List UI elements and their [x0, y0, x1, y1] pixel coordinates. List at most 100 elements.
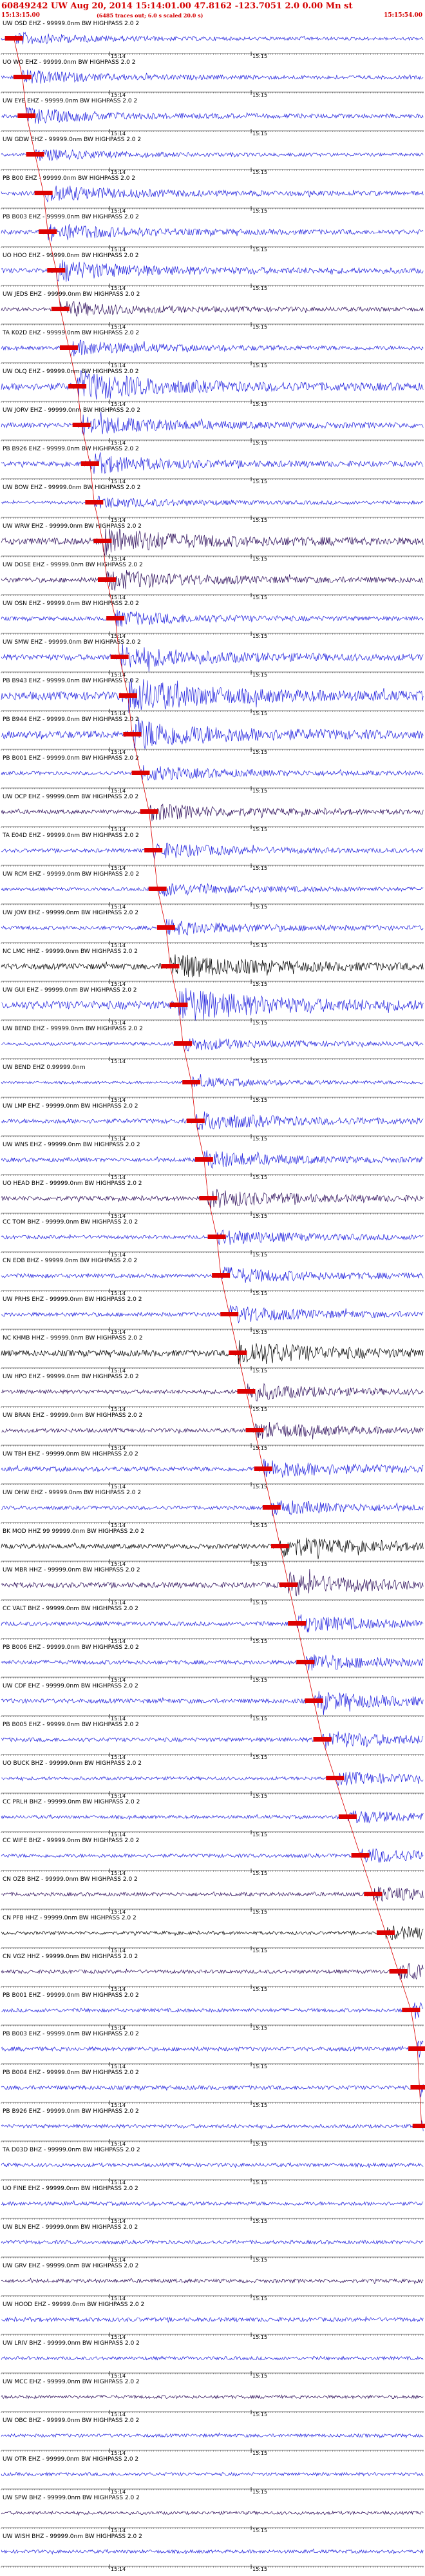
- minute-tick-label: 15:14: [111, 92, 126, 98]
- trace-row: 15:14 15:15 UW BOW EHZ - 99999.0nm BW HIGH…: [1, 485, 424, 523]
- waveform: [1, 1459, 424, 1478]
- minute-tick-label: 15:14: [111, 1561, 126, 1567]
- waveform: [1, 1340, 424, 1365]
- minute-tick-label: 15:15: [252, 2141, 267, 2147]
- minute-tick-label: 15:15: [252, 479, 267, 485]
- minute-tick-label: 15:14: [111, 1523, 126, 1528]
- trace-label: UW BOW EHZ - 99999.0nm BW HIGHPASS 2.0 2: [3, 485, 140, 491]
- trace-label: UW OSN EHZ - 99999.0nm BW HIGHPASS 2.0 2: [3, 601, 139, 607]
- minute-tick-label: 15:14: [111, 401, 126, 407]
- trace-row: 15:14 15:15 TA E04D EHZ - 99999.0nm BW HIG…: [1, 832, 424, 871]
- waveform: [1, 1037, 424, 1052]
- trace-label: UW OSD EHZ - 99999.0nm BW HIGHPASS 2.0 2: [3, 21, 139, 27]
- trace-row: 15:14 15:15 UW EYE EHZ - 99999.0nm BW HIGH…: [1, 98, 424, 137]
- minute-tick-label: 15:15: [252, 1870, 267, 1876]
- waveform: [1, 2162, 424, 2168]
- trace-row: 15:14 15:15 PB B943 EHZ - 99999.0nm BW HIG…: [1, 678, 424, 716]
- minute-tick-label: 15:15: [252, 2373, 267, 2379]
- trace-label: CC TOM BHZ - 99999.0nm BW HIGHPASS 2.0 2: [3, 1219, 138, 1226]
- trace-row: 15:14 15:15 UW OHW EHZ - 99999.0nm BW HIGH…: [1, 1490, 424, 1528]
- trace-label: UW JOW EHZ - 99999.0nm BW HIGHPASS 2.0 2: [3, 910, 138, 916]
- minute-tick-label: 15:14: [111, 2141, 126, 2147]
- minute-tick-label: 15:15: [252, 827, 267, 832]
- minute-tick-label: 15:15: [252, 2064, 267, 2070]
- trace-row: 15:14 15:15 UW OLQ EHZ - 99999.0nm BW HIGH…: [1, 369, 424, 407]
- trace-row: 15:14 15:15 UW OCP EHZ - 99999.0nm BW HIGH…: [1, 794, 424, 832]
- trace-row: 15:14 15:15 UW WRW EHZ - 99999.0nm BW HIGH…: [1, 523, 424, 562]
- trace-row: 15:14 15:15 UW LRIV BHZ - 99999.0nm BW HIG…: [1, 2340, 424, 2379]
- trace-label: UW SMW EHZ - 99999.0nm BW HIGHPASS 2.0 2: [3, 639, 141, 646]
- trace-label: UW GUI EHZ - 99999.0nm BW HIGHPASS 2.0 2: [3, 987, 137, 994]
- trace-row: 15:14 15:15 UW PRHS EHZ - 99999.0nm BW HIG…: [1, 1296, 424, 1335]
- waveform: [1, 106, 424, 124]
- trace-label: UW BEND EHZ 0.99999.0nm: [3, 1064, 86, 1071]
- minute-tick-label: 15:14: [111, 1948, 126, 1954]
- trace-row: 15:14 15:15 UW MBR HHZ - 99999.0nm BW HIGH…: [1, 1567, 424, 1606]
- trace-row: 15:14 15:15 UW BRAN EHZ - 99999.0nm BW HIG…: [1, 1412, 424, 1451]
- trace-row: 15:14 15:15 UW LMP EHZ - 99999.0nm BW HIGH…: [1, 1103, 424, 1142]
- trace-row: 15:14 15:15 CC PRLH BHZ - 99999.0nm BW HIG…: [1, 1799, 424, 1838]
- minute-tick-label: 15:15: [252, 2180, 267, 2186]
- second-ticks: [1, 827, 424, 828]
- waveform: [1, 1886, 424, 1902]
- trace-row: 15:14 15:15 UW JEDS EHZ - 99999.0nm BW HIG…: [1, 291, 424, 330]
- waveform: [1, 1305, 424, 1323]
- trace-row: 15:14 15:15 UW JORV EHZ - 99999.0nm BW HIG…: [1, 407, 424, 446]
- waveform: [1, 1383, 424, 1402]
- trace-row: 15:14 15:15 UW DOSE EHZ - 99999.0nm BW HIG…: [1, 562, 424, 601]
- second-ticks: [1, 981, 424, 983]
- trace-row: 15:14 15:15 TA D03D BHZ - 99999.0nm BW HIG…: [1, 2147, 424, 2186]
- minute-tick-label: 15:15: [252, 247, 267, 253]
- minute-tick-label: 15:15: [252, 595, 267, 601]
- minute-tick-label: 15:15: [252, 672, 267, 678]
- trace-row: 15:14 15:15 BK MOD HHZ 99 99999.0nm BW HIG…: [1, 1528, 424, 1567]
- waveform: [1, 2200, 424, 2207]
- minute-tick-label: 15:14: [111, 2373, 126, 2379]
- minute-tick-label: 15:15: [252, 1600, 267, 1606]
- waveform: [1, 2239, 424, 2245]
- minute-tick-label: 15:15: [252, 1291, 267, 1296]
- minute-tick-label: 15:14: [111, 904, 126, 910]
- second-ticks: [1, 1213, 424, 1215]
- second-ticks: [1, 749, 424, 751]
- trace-label: UW BEND EHZ - 99999.0nm BW HIGHPASS 2.0 …: [3, 1026, 143, 1032]
- waveform: [1, 1074, 424, 1088]
- trace-row: 15:14 15:15 UW JOW EHZ - 99999.0nm BW HIGH…: [1, 910, 424, 948]
- trace-row: 15:14 15:15 UW OBC BHZ - 99999.0nm BW HIGH…: [1, 2417, 424, 2456]
- trace-row: 15:14 15:15 PB B003 EHZ - 99999.0nm BW HIG…: [1, 2031, 425, 2070]
- minute-tick-label: 15:15: [252, 904, 267, 910]
- trace-label: PB B006 EHZ - 99999.0nm BW HIGHPASS 2.0 …: [3, 1644, 139, 1651]
- waveform: [1, 2356, 424, 2361]
- waveform: [1, 2316, 424, 2323]
- minute-tick-label: 15:14: [111, 865, 126, 871]
- trace-label: UW WNS EHZ - 99999.0nm BW HIGHPASS 2.0 2: [3, 1142, 140, 1148]
- trace-label: UW CDF EHZ - 99999.0nm BW HIGHPASS 2.0 2: [3, 1683, 138, 1689]
- trace-label: UO WO EHZ - 99999.0nm BW HIGHPASS 2.0 2: [3, 59, 136, 66]
- second-ticks: [1, 1291, 424, 1292]
- trace-label: UW JORV EHZ - 99999.0nm BW HIGHPASS 2.0 …: [3, 407, 140, 414]
- waveform: [1, 1691, 424, 1715]
- minute-tick-label: 15:15: [252, 2528, 267, 2533]
- waveform: [1, 186, 424, 202]
- waveform: [1, 2548, 424, 2555]
- waveform: [1, 2040, 424, 2058]
- trace-label: UW WISH BHZ - 99999.0nm BW HIGHPASS 2.0 …: [3, 2533, 142, 2540]
- minute-tick-label: 15:14: [111, 440, 126, 446]
- minute-tick-label: 15:14: [111, 1213, 126, 1219]
- minute-tick-label: 15:15: [252, 208, 267, 214]
- trace-row: 15:14 15:15 UW HOOD EHZ - 99999.0nm BW HIG…: [1, 2302, 424, 2340]
- second-ticks: [1, 788, 424, 789]
- minute-tick-label: 15:15: [252, 1793, 267, 1799]
- trace-label: BK MOD HHZ 99 99999.0nm BW HIGHPASS 2.0 …: [3, 1528, 144, 1535]
- waveform: [1, 954, 424, 977]
- waveform: [1, 610, 424, 627]
- waveform: [1, 2084, 424, 2098]
- minute-tick-label: 15:15: [252, 2412, 267, 2417]
- trace-row: 15:14 15:15 PB B005 EHZ - 99999.0nm BW HIG…: [1, 1722, 424, 1760]
- trace-label: UW HOOD EHZ - 99999.0nm BW HIGHPASS 2.0 …: [3, 2302, 144, 2308]
- trace-row: 15:14 15:15 UW GRV EHZ - 99999.0nm BW HIGH…: [1, 2263, 424, 2302]
- trace-label: UW GRV EHZ - 99999.0nm BW HIGHPASS 2.0 2: [3, 2263, 138, 2269]
- waveform: [1, 2002, 424, 2019]
- waveform: [1, 1963, 424, 1980]
- minute-tick-label: 15:14: [111, 324, 126, 330]
